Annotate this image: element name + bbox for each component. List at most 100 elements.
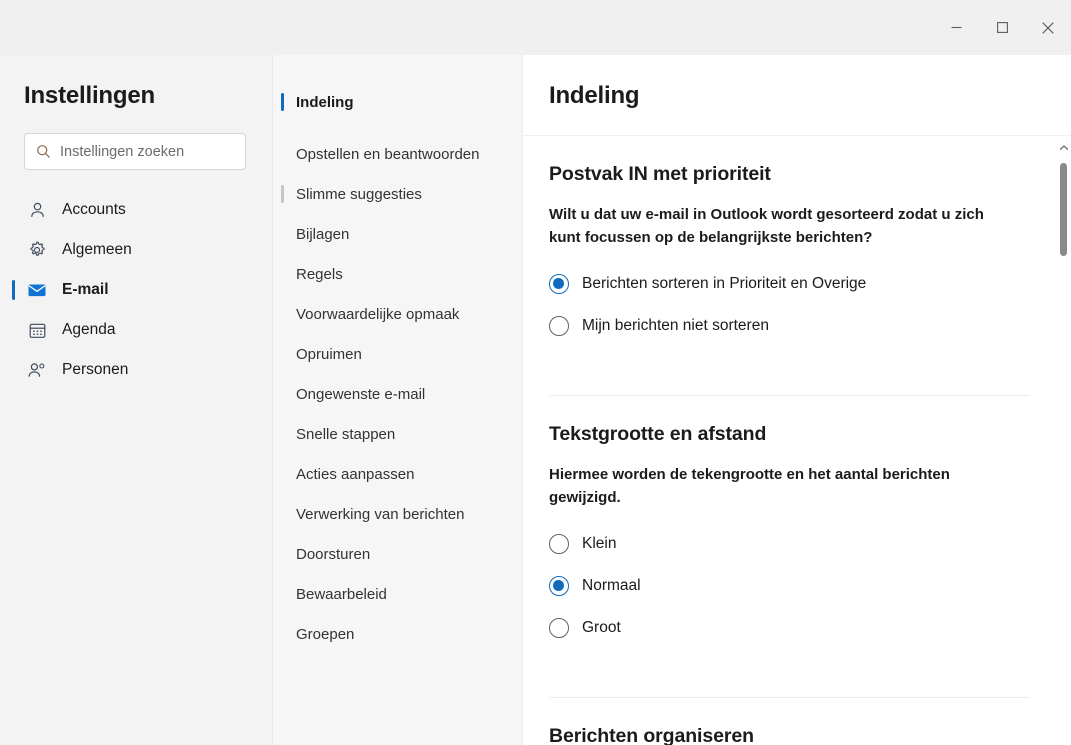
sidebar: Instellingen Accounts bbox=[0, 55, 273, 745]
selection-indicator bbox=[281, 505, 284, 523]
sidebar-nav: Accounts Algemeen E-mail Agenda Personen bbox=[0, 190, 273, 390]
person-icon bbox=[26, 199, 48, 221]
selection-indicator bbox=[281, 545, 284, 563]
radio-button[interactable] bbox=[549, 274, 569, 294]
maximize-button[interactable] bbox=[979, 0, 1025, 55]
selection-indicator bbox=[281, 265, 284, 283]
category-item-bijlagen[interactable]: Bijlagen bbox=[279, 214, 516, 254]
category-item-ongewenste-email[interactable]: Ongewenste e-mail bbox=[279, 374, 516, 414]
selection-indicator bbox=[281, 425, 284, 443]
section-tekstgrootte-en-afstand: Tekstgrootte en afstand Hiermee worden d… bbox=[549, 395, 1030, 673]
radio-option-sorteren[interactable]: Berichten sorteren in Prioriteit en Over… bbox=[549, 263, 1030, 305]
selection-indicator bbox=[281, 465, 284, 483]
calendar-icon bbox=[26, 319, 48, 341]
selection-indicator bbox=[281, 225, 284, 243]
content-title: Indeling bbox=[549, 82, 640, 109]
sidebar-item-label: E-mail bbox=[62, 281, 109, 298]
section-description: Wilt u dat uw e-mail in Outlook wordt ge… bbox=[549, 206, 984, 246]
section-title: Berichten organiseren bbox=[549, 725, 754, 745]
selection-indicator bbox=[281, 345, 284, 363]
category-item-acties-aanpassen[interactable]: Acties aanpassen bbox=[279, 454, 516, 494]
category-label: Voorwaardelijke opmaak bbox=[296, 305, 460, 323]
sidebar-item-label: Accounts bbox=[62, 201, 126, 218]
category-item-opstellen[interactable]: Opstellen en beantwoorden bbox=[279, 134, 516, 174]
radio-option-niet-sorteren[interactable]: Mijn berichten niet sorteren bbox=[549, 305, 1030, 347]
settings-window: Instellingen Accounts bbox=[0, 0, 1071, 745]
maximize-icon bbox=[996, 22, 1008, 33]
category-label: Acties aanpassen bbox=[296, 465, 415, 483]
sidebar-item-label: Personen bbox=[62, 361, 129, 378]
selection-indicator bbox=[12, 280, 15, 300]
radio-button[interactable] bbox=[549, 316, 569, 336]
sidebar-item-label: Agenda bbox=[62, 321, 116, 338]
category-label: Regels bbox=[296, 265, 343, 283]
search-icon bbox=[36, 144, 51, 159]
radio-option-normaal[interactable]: Normaal bbox=[549, 565, 1030, 607]
sidebar-item-personen[interactable]: Personen bbox=[8, 350, 265, 390]
scroll-up-button[interactable] bbox=[1056, 137, 1071, 154]
search-box[interactable] bbox=[24, 133, 246, 170]
content-scrollbar[interactable] bbox=[1056, 137, 1071, 745]
section-title: Postvak IN met prioriteit bbox=[549, 163, 771, 185]
sidebar-item-agenda[interactable]: Agenda bbox=[8, 310, 265, 350]
category-item-slimme-suggesties[interactable]: Slimme suggesties bbox=[279, 174, 516, 214]
content-body: Postvak IN met prioriteit Wilt u dat uw … bbox=[523, 136, 1071, 745]
category-label: Opstellen en beantwoorden bbox=[296, 145, 480, 163]
minimize-button[interactable] bbox=[933, 0, 979, 55]
category-item-indeling[interactable]: Indeling bbox=[279, 82, 516, 122]
category-list: Indeling Opstellen en beantwoorden Slimm… bbox=[273, 55, 522, 654]
sidebar-item-accounts[interactable]: Accounts bbox=[8, 190, 265, 230]
radio-label: Klein bbox=[582, 535, 617, 552]
sidebar-item-algemeen[interactable]: Algemeen bbox=[8, 230, 265, 270]
page-title: Instellingen bbox=[24, 82, 155, 109]
selection-indicator bbox=[281, 305, 284, 323]
section-berichten-organiseren: Berichten organiseren bbox=[549, 697, 1030, 745]
radio-option-klein[interactable]: Klein bbox=[549, 523, 1030, 565]
category-label: Groepen bbox=[296, 625, 355, 643]
close-button[interactable] bbox=[1025, 0, 1071, 55]
search-input[interactable] bbox=[60, 143, 230, 160]
category-item-opruimen[interactable]: Opruimen bbox=[279, 334, 516, 374]
settings-category-list: Indeling Opstellen en beantwoorden Slimm… bbox=[273, 55, 523, 745]
section-title: Tekstgrootte en afstand bbox=[549, 423, 767, 445]
category-label: Bewaarbeleid bbox=[296, 585, 387, 603]
radio-button[interactable] bbox=[549, 618, 569, 638]
category-label: Indeling bbox=[296, 93, 354, 111]
selection-indicator bbox=[281, 385, 284, 403]
category-item-doorsturen[interactable]: Doorsturen bbox=[279, 534, 516, 574]
category-label: Opruimen bbox=[296, 345, 362, 363]
chevron-up-icon bbox=[1059, 137, 1068, 155]
category-label: Slimme suggesties bbox=[296, 185, 422, 203]
people-icon bbox=[26, 359, 48, 381]
envelope-icon bbox=[26, 279, 48, 301]
category-label: Verwerking van berichten bbox=[296, 505, 465, 523]
minimize-icon bbox=[951, 22, 962, 33]
category-item-snelle-stappen[interactable]: Snelle stappen bbox=[279, 414, 516, 454]
selection-indicator bbox=[281, 185, 284, 203]
close-icon bbox=[1042, 21, 1054, 34]
category-item-verwerking-van-berichten[interactable]: Verwerking van berichten bbox=[279, 494, 516, 534]
radio-label: Groot bbox=[582, 619, 621, 636]
category-label: Snelle stappen bbox=[296, 425, 396, 443]
sidebar-item-label: Algemeen bbox=[62, 241, 132, 258]
category-label: Bijlagen bbox=[296, 225, 350, 243]
radio-button[interactable] bbox=[549, 576, 569, 596]
content-header: Indeling bbox=[523, 55, 1071, 136]
section-postvak-in-met-prioriteit: Postvak IN met prioriteit Wilt u dat uw … bbox=[549, 136, 1030, 371]
radio-label: Mijn berichten niet sorteren bbox=[582, 317, 769, 334]
radio-label: Berichten sorteren in Prioriteit en Over… bbox=[582, 275, 867, 292]
scrollbar-thumb[interactable] bbox=[1060, 163, 1067, 256]
radio-button[interactable] bbox=[549, 534, 569, 554]
selection-indicator bbox=[281, 585, 284, 603]
category-item-regels[interactable]: Regels bbox=[279, 254, 516, 294]
category-item-bewaarbeleid[interactable]: Bewaarbeleid bbox=[279, 574, 516, 614]
sidebar-item-email[interactable]: E-mail bbox=[8, 270, 265, 310]
category-item-voorwaardelijke-opmaak[interactable]: Voorwaardelijke opmaak bbox=[279, 294, 516, 334]
title-bar bbox=[0, 0, 1071, 55]
radio-label: Normaal bbox=[582, 577, 641, 594]
selection-indicator bbox=[281, 93, 284, 111]
radio-option-groot[interactable]: Groot bbox=[549, 607, 1030, 649]
category-item-groepen[interactable]: Groepen bbox=[279, 614, 516, 654]
